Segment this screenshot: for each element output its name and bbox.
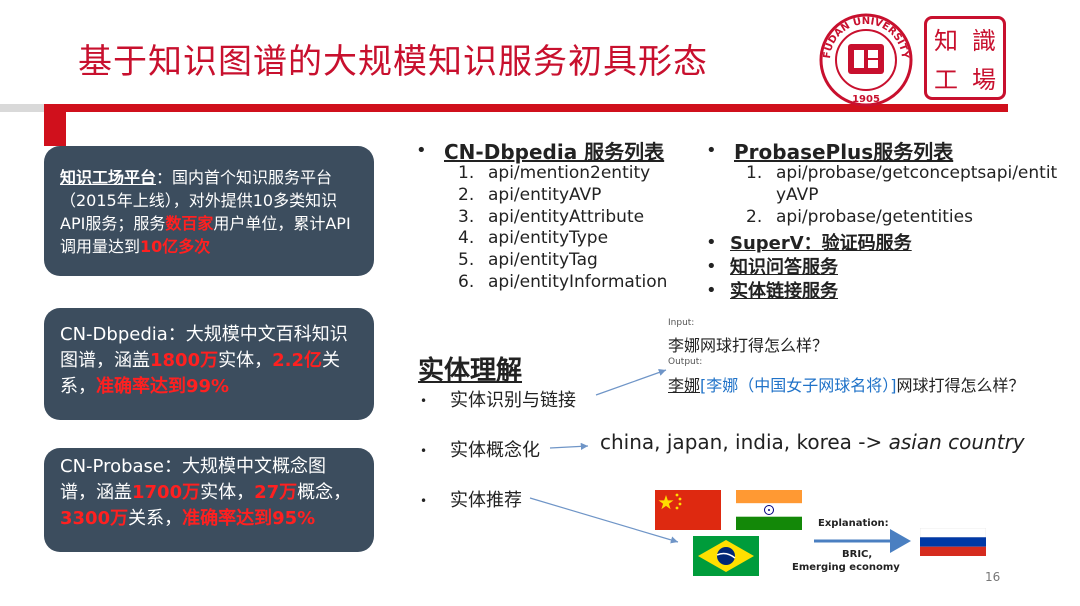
brazil-flag-icon (693, 536, 759, 576)
russia-flag-icon (920, 528, 986, 556)
explanation-label: Explanation: (818, 518, 889, 529)
india-flag-icon (736, 490, 802, 530)
explanation-line-1: BRIC, (842, 549, 873, 560)
china-flag-icon (655, 490, 721, 530)
explanation-line-2: Emerging economy (792, 562, 900, 573)
page-number: 16 (985, 570, 1001, 584)
connector-arrows (529, 369, 911, 553)
